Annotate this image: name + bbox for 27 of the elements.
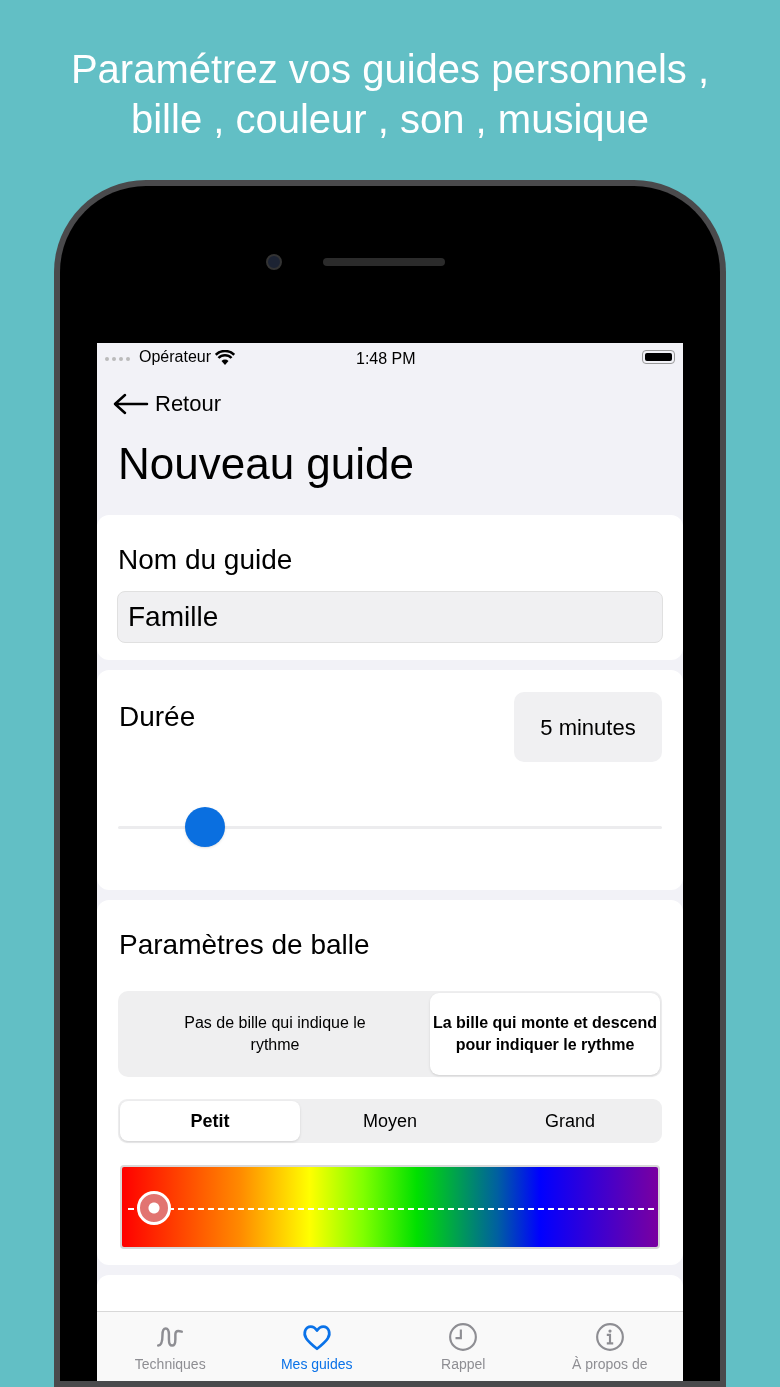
back-arrow-icon	[113, 392, 149, 415]
wifi-icon	[215, 349, 236, 365]
field-label: Durée	[119, 700, 196, 734]
segment-tab[interactable]: Pas de bille qui indique le rythme	[120, 993, 430, 1075]
page-title: Nouveau guide	[118, 438, 415, 490]
color-slider[interactable]	[120, 1165, 660, 1249]
name-input-field[interactable]: Famille	[117, 591, 663, 643]
carrier-label: Opérateur	[139, 347, 212, 367]
segment-tab[interactable]: Petit	[120, 1101, 300, 1141]
field-label: Nom du guide	[118, 543, 294, 577]
clock-icon	[448, 1322, 479, 1352]
duration-slider[interactable]	[118, 807, 662, 847]
info-icon	[594, 1322, 625, 1352]
section-title: Paramètres de balle	[119, 928, 371, 962]
headline: Paramétrez vos guides personnels , bille , couleur , son , musique	[69, 46, 711, 143]
color-thumb[interactable]	[137, 1191, 172, 1225]
heart-icon	[301, 1322, 332, 1352]
duration-button[interactable]: 5 minutes	[514, 692, 662, 762]
segment-tab[interactable]: La bille qui monte et descend pour indiquer le rythme	[430, 993, 660, 1075]
tab-bar-item[interactable]: Mes guides	[243, 1312, 390, 1381]
back-button[interactable]: Retour	[113, 387, 222, 420]
signal-icon	[105, 357, 133, 361]
segment-tab[interactable]: Moyen	[300, 1101, 480, 1141]
slider-thumb[interactable]	[185, 807, 226, 847]
time-label: 1:48 PM	[356, 349, 416, 369]
segment-tab[interactable]: Grand	[480, 1101, 660, 1141]
battery-icon	[642, 350, 675, 364]
